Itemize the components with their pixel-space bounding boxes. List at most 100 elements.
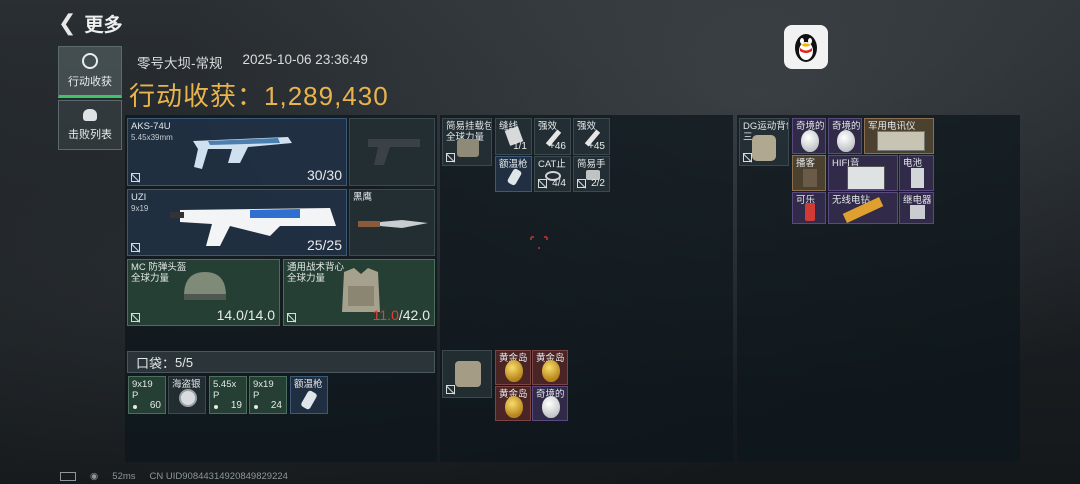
weapon-caliber: 9x19: [131, 204, 149, 213]
safe-box-icon: [455, 361, 481, 387]
pockets-count: 5/5: [175, 354, 194, 370]
safe-item[interactable]: 奇境的: [532, 386, 568, 421]
no-insurance-icon: [446, 385, 455, 394]
durability-max: /42.0: [398, 307, 430, 323]
radio-device-icon: [877, 131, 925, 151]
no-insurance-icon: [743, 153, 752, 162]
no-insurance-icon: [446, 153, 455, 162]
safe-item[interactable]: 黄金岛: [532, 350, 568, 385]
armor-faction: 全球力量: [287, 273, 326, 284]
rig-item[interactable]: 简易手 2/2: [573, 156, 610, 192]
target-icon: [82, 53, 98, 69]
melee-name: 黑鹰: [353, 192, 373, 203]
backpack-item[interactable]: 可乐: [792, 192, 826, 224]
weapon-name: AKS-74U: [131, 121, 171, 132]
item-name: 强效: [577, 121, 597, 132]
item-name: 额温枪: [294, 379, 323, 390]
silver-egg-icon: [542, 396, 560, 418]
ammo-count: 25/25: [306, 237, 342, 253]
harvest-total: 行动收获：1,289,430: [129, 76, 389, 113]
durability-max: /14.0: [243, 307, 275, 323]
tab-kill-list[interactable]: 击败列表: [58, 100, 122, 150]
crosshair-icon: [530, 236, 548, 250]
tab-harvest-label: 行动收获: [68, 76, 112, 88]
backpack-item[interactable]: 奇境的: [792, 118, 826, 154]
armor-name: MC 防弹头盔: [131, 262, 187, 273]
dot-icon: [133, 405, 137, 409]
primary-weapon-slot[interactable]: AKS-74U 5.45x39mm 30/30: [127, 118, 347, 186]
rig-item[interactable]: 强效 +46: [534, 118, 571, 155]
penguin-icon[interactable]: [784, 25, 828, 69]
pistol-icon: [368, 139, 420, 165]
pockets-header: 口袋： 5/5: [127, 351, 435, 373]
backpack-slot[interactable]: DG运动背包三: [739, 118, 789, 166]
tab-kill-list-label: 击败列表: [68, 128, 112, 141]
pocket-item[interactable]: 海盗银: [168, 376, 206, 414]
backpack-item[interactable]: 无线电钻: [828, 192, 898, 224]
item-name: 9x19: [253, 379, 274, 390]
pocket-item[interactable]: 9x19 P 60: [128, 376, 166, 414]
no-insurance-icon: [131, 313, 140, 322]
secondary-weapon-slot[interactable]: UZI 9x19 25/25: [127, 189, 347, 256]
chest-rig-slot[interactable]: 简易挂载包 全球力量: [442, 118, 492, 166]
pockets-label: 口袋：: [136, 355, 176, 371]
ammo-count: 30/30: [306, 167, 342, 183]
vest-slot[interactable]: 通用战术背心 全球力量 11.0/42.0: [283, 259, 435, 326]
helmet-slot[interactable]: MC 防弹头盔 全球力量 14.0/14.0: [127, 259, 280, 326]
item-name: 简易手: [577, 159, 606, 170]
ping-value: 52ms: [112, 471, 136, 482]
rig-item[interactable]: CAT止 4/4: [534, 156, 571, 192]
speaker-icon: [847, 166, 885, 190]
safe-box-slot[interactable]: [442, 350, 492, 398]
pocket-item[interactable]: 5.45x P 19: [209, 376, 247, 414]
thermometer-icon: [300, 389, 318, 411]
rig-item[interactable]: 缝线 1/1: [495, 118, 532, 155]
coin-icon: [179, 389, 197, 407]
backpack-item[interactable]: 播客: [792, 155, 826, 191]
no-insurance-icon: [131, 243, 140, 252]
item-name: 强效: [538, 121, 558, 132]
melee-slot[interactable]: 黑鹰: [349, 189, 435, 256]
wifi-icon: ◉: [90, 471, 99, 482]
durability-current: 11.0: [372, 307, 399, 323]
armor-name: 通用战术背心: [287, 262, 345, 273]
knife-icon: [358, 220, 428, 228]
status-bar: ◉ 52ms CN UID9084431492084982922​4: [60, 471, 288, 482]
rig-icon: [457, 139, 479, 157]
backpack-item[interactable]: 继电器: [899, 192, 934, 224]
item-count: +45: [588, 141, 605, 152]
backpack-item[interactable]: 电池: [899, 155, 934, 191]
rig-item[interactable]: 额温枪: [495, 156, 532, 192]
backpack-item[interactable]: 军用电讯仪: [864, 118, 934, 154]
header: ❮ 更多: [58, 10, 122, 36]
backpack-item[interactable]: HIFI音: [828, 155, 898, 191]
item-count: 1/1: [513, 141, 527, 152]
page-title: 更多: [84, 14, 123, 36]
item-sub: P: [253, 390, 260, 401]
no-insurance-icon: [577, 179, 586, 188]
pistol-slot[interactable]: [349, 118, 435, 186]
pocket-item[interactable]: 额温枪: [290, 376, 328, 414]
item-name: 播客: [796, 158, 816, 169]
item-count: +46: [549, 141, 566, 152]
pocket-item[interactable]: 9x19 P 24: [249, 376, 287, 414]
dot-icon: [254, 405, 258, 409]
item-count: 60: [149, 400, 161, 411]
item-count: 19: [230, 400, 242, 411]
chevron-left-icon[interactable]: ❮: [58, 10, 76, 36]
gold-egg-icon: [505, 360, 523, 382]
user-uid: CN UID9084431492084982922​4: [149, 471, 288, 482]
cola-icon: [805, 203, 815, 221]
safe-item[interactable]: 黄金岛: [495, 386, 531, 421]
weapon-name: UZI: [131, 192, 147, 203]
weapon-caliber: 5.45x39mm: [131, 133, 173, 142]
safe-item[interactable]: 黄金岛: [495, 350, 531, 385]
backpack-item[interactable]: 奇境的: [828, 118, 862, 154]
harvest-label: 行动收获：: [129, 81, 265, 111]
item-count: 4/4: [552, 178, 566, 189]
item-sub: P: [213, 390, 220, 401]
tab-harvest[interactable]: 行动收获: [58, 46, 122, 98]
battery-status-icon: [60, 472, 76, 481]
silver-egg-icon: [801, 130, 819, 152]
rig-item[interactable]: 强效 +45: [573, 118, 610, 155]
